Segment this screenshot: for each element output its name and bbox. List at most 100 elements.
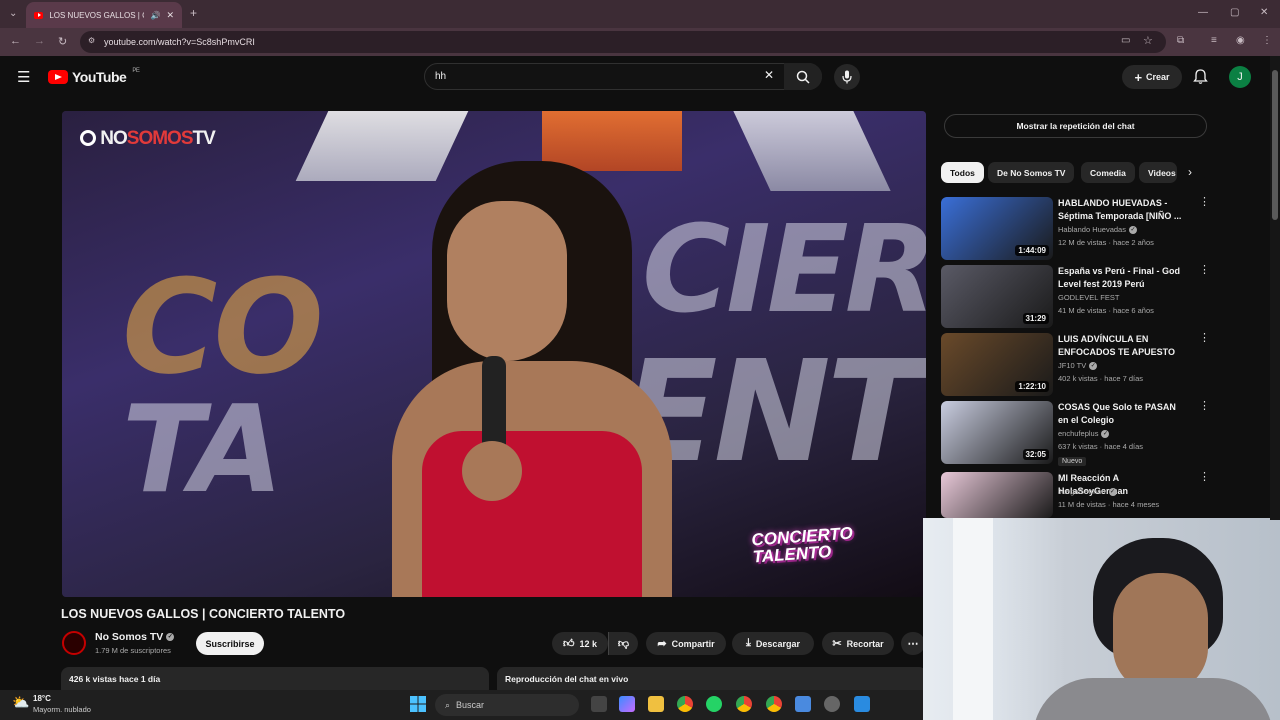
maximize-icon[interactable]: ▢ xyxy=(1230,7,1239,18)
more-options-icon[interactable]: ⋮ xyxy=(1199,265,1210,276)
more-options-icon[interactable]: ⋮ xyxy=(1199,472,1210,483)
chip-todos[interactable]: Todos xyxy=(941,162,984,183)
watermark-ring-icon xyxy=(80,130,96,146)
youtube-logo[interactable]: YouTube PE xyxy=(48,68,140,85)
recommended-video[interactable]: 1:22:10 LUIS ADVÍNCULA EN ENFOCADOS TE AP… xyxy=(941,333,1211,397)
windows-start-icon[interactable] xyxy=(410,696,426,712)
recommended-channel-name: JF10 TV xyxy=(1058,361,1087,370)
notifications-bell-icon[interactable] xyxy=(1193,69,1208,85)
voice-search-button[interactable] xyxy=(834,64,860,90)
chip-videos[interactable]: Videos xyxy=(1139,162,1177,183)
file-explorer-icon[interactable] xyxy=(648,696,664,712)
more-options-icon[interactable]: ⋮ xyxy=(1199,401,1210,412)
address-bar[interactable]: youtube.com/watch?v=Sc8shPmvCRI xyxy=(80,31,1166,53)
chrome-icon[interactable] xyxy=(677,696,693,712)
recommended-channel[interactable]: JuegaGerman ✓ xyxy=(1058,487,1117,497)
search-input[interactable]: hh xyxy=(424,63,822,90)
more-actions-button[interactable]: ⋯ xyxy=(901,632,925,655)
extensions-icon[interactable]: ⧉ xyxy=(1177,35,1184,46)
recommended-video[interactable]: 32:05 COSAS Que Solo te PASAN en el Coleg… xyxy=(941,401,1211,466)
video-thumbnail[interactable]: 1:22:10 xyxy=(941,333,1053,396)
subscriber-count: 1.79 M de suscriptores xyxy=(95,646,171,655)
taskbar-search[interactable]: ⌕ Buscar xyxy=(435,694,579,716)
site-info-icon[interactable]: ⚙ xyxy=(88,36,95,45)
recommended-channel-name: Hablando Huevadas xyxy=(1058,225,1126,234)
video-thumbnail[interactable] xyxy=(941,472,1053,518)
recommended-video-title[interactable]: COSAS Que Solo te PASAN en el Colegio xyxy=(1058,401,1188,427)
notepad-icon[interactable] xyxy=(795,696,811,712)
new-badge: Nuevo xyxy=(1058,457,1087,466)
channel-avatar[interactable] xyxy=(62,631,86,655)
reload-icon[interactable]: ↻ xyxy=(58,35,67,48)
create-button[interactable]: + Crear xyxy=(1122,65,1182,89)
recommended-video-meta: 41 M de vistas · hace 6 años xyxy=(1058,306,1154,315)
chrome-menu-icon[interactable]: ⋮ xyxy=(1262,35,1272,46)
thumbs-up-icon: 👍︎ xyxy=(562,638,575,650)
recommended-video-title[interactable]: HABLANDO HUEVADAS - Séptima Temporada [N… xyxy=(1058,197,1188,223)
share-button[interactable]: ➦ Compartir xyxy=(646,632,726,655)
video-duration: 31:29 xyxy=(1022,313,1049,324)
obs-icon[interactable] xyxy=(824,696,840,712)
video-thumbnail[interactable]: 32:05 xyxy=(941,401,1053,464)
vscode-icon[interactable] xyxy=(854,696,870,712)
search-button[interactable] xyxy=(784,63,822,90)
recommended-channel[interactable]: Hablando Huevadas ✓ xyxy=(1058,225,1137,235)
close-window-icon[interactable]: ✕ xyxy=(1260,7,1268,18)
dislike-button[interactable]: 👎︎ xyxy=(608,632,638,655)
forward-icon[interactable]: → xyxy=(34,35,45,47)
clear-search-icon[interactable]: ✕ xyxy=(764,68,774,82)
video-thumbnail[interactable]: 1:44:09 xyxy=(941,197,1053,260)
more-options-icon[interactable]: ⋮ xyxy=(1199,197,1210,208)
recommended-video-title[interactable]: LUIS ADVÍNCULA EN ENFOCADOS TE APUESTO C… xyxy=(1058,333,1188,360)
tab-close-icon[interactable]: ✕ xyxy=(166,10,174,21)
chrome-profile-2-icon[interactable] xyxy=(766,696,782,712)
download-button[interactable]: ⤓ Descargar xyxy=(732,632,814,655)
chip-de-no-somos-tv[interactable]: De No Somos TV xyxy=(988,162,1075,183)
youtube-logo-text: YouTube xyxy=(72,69,127,85)
verified-icon: ✓ xyxy=(1108,488,1117,497)
weather-desc[interactable]: Mayorm. nublado xyxy=(33,705,91,714)
weather-temp[interactable]: 18°C xyxy=(33,694,51,703)
minimize-icon[interactable]: — xyxy=(1198,7,1208,18)
back-icon[interactable]: ← xyxy=(10,35,21,47)
profile-icon[interactable]: ◉ xyxy=(1236,35,1245,46)
recommended-channel-name: enchufeplus xyxy=(1058,429,1099,438)
video-player[interactable]: CO CIER ENT TA xyxy=(62,111,926,597)
more-options-icon[interactable]: ⋮ xyxy=(1199,333,1210,344)
channel-name[interactable]: No Somos TV ✓ xyxy=(95,631,175,643)
subscribe-button[interactable]: Suscribirse xyxy=(196,632,264,655)
recommended-video[interactable]: 1:44:09 HABLANDO HUEVADAS - Séptima Tempo… xyxy=(941,197,1211,261)
microphone-icon xyxy=(842,70,852,84)
cast-icon[interactable]: ▭ xyxy=(1121,35,1130,46)
video-thumbnail[interactable]: 31:29 xyxy=(941,265,1053,328)
create-label: Crear xyxy=(1146,72,1170,82)
clip-button[interactable]: ✂ Recortar xyxy=(822,632,894,655)
copilot-icon[interactable] xyxy=(619,696,635,712)
browser-tab[interactable]: LOS NUEVOS GALLOS | CO 🔊 ✕ xyxy=(26,2,182,28)
whatsapp-icon[interactable] xyxy=(706,696,722,712)
recommended-video[interactable]: 31:29 España vs Perú - Final - God Level … xyxy=(941,265,1211,329)
recommended-video-title[interactable]: España vs Perú - Final - God Level fest … xyxy=(1058,265,1188,291)
media-control-icon[interactable]: ≡ xyxy=(1211,35,1217,46)
chips-next-chevron-icon[interactable]: › xyxy=(1188,165,1192,179)
chrome-profile-icon[interactable] xyxy=(736,696,752,712)
share-label: Compartir xyxy=(671,638,715,649)
url-text: youtube.com/watch?v=Sc8shPmvCRI xyxy=(104,37,255,47)
hamburger-menu-icon[interactable]: ☰ xyxy=(17,68,30,86)
recommended-channel[interactable]: JF10 TV ✓ xyxy=(1058,361,1098,371)
bookmark-star-icon[interactable]: ☆ xyxy=(1143,34,1153,47)
account-avatar[interactable]: J xyxy=(1229,66,1251,88)
recommended-channel[interactable]: enchufeplus ✓ xyxy=(1058,429,1110,439)
tab-list-icon[interactable]: ⌄ xyxy=(9,8,17,19)
recommended-channel[interactable]: GODLEVEL FEST xyxy=(1058,293,1119,302)
like-button[interactable]: 👍︎ 12 k xyxy=(552,632,608,655)
task-view-icon[interactable] xyxy=(591,696,607,712)
show-chat-replay-button[interactable]: Mostrar la repetición del chat xyxy=(944,114,1207,138)
watermark-text-tv: TV xyxy=(192,128,216,149)
weather-icon: ⛅ xyxy=(12,694,30,710)
search-query: hh xyxy=(435,71,447,82)
youtube-play-icon xyxy=(48,70,68,84)
page-scrollbar-thumb[interactable] xyxy=(1272,70,1278,220)
new-tab-button[interactable]: + xyxy=(190,6,197,20)
chip-comedia[interactable]: Comedia xyxy=(1081,162,1135,183)
